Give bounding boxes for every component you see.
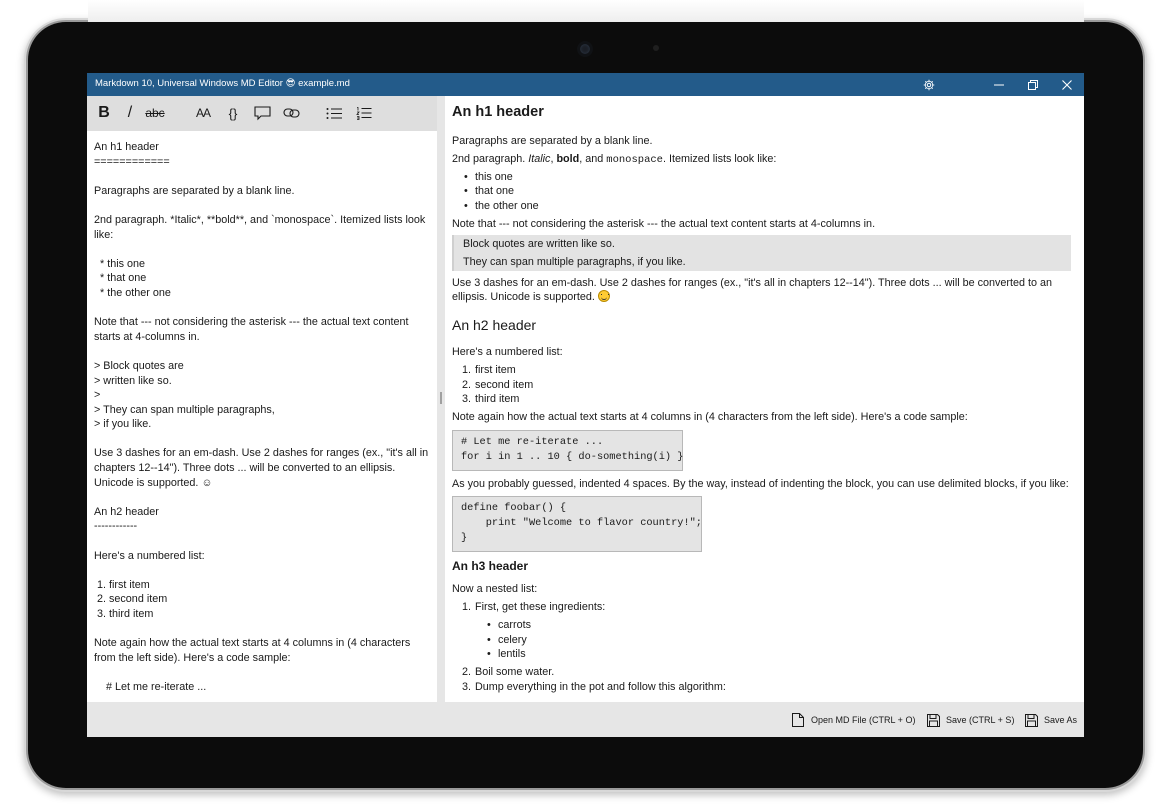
- preview-h3: An h3 header: [452, 559, 529, 573]
- list-item: the other one: [464, 199, 539, 214]
- preview-guessed: As you probably guessed, indented 4 spac…: [452, 478, 1069, 490]
- preview-h1: An h1 header: [452, 104, 544, 120]
- window-title: Markdown 10, Universal Windows MD Editor…: [95, 78, 350, 89]
- list-item: 3. Dump everything in the pot and follow …: [462, 680, 726, 695]
- command-bar: Open MD File (CTRL + O) Save (CTRL + S): [87, 702, 1084, 737]
- close-icon: [1062, 79, 1072, 90]
- preview-note-1: Note that --- not considering the asteri…: [452, 218, 876, 230]
- sub-list-item: lentils: [487, 647, 525, 662]
- p2-and: , and: [579, 153, 607, 165]
- bulleted-list-button[interactable]: [324, 103, 344, 123]
- link-icon: [282, 108, 300, 118]
- list-number: 2.: [462, 379, 472, 391]
- block-quote: Block quotes are written like so. They c…: [452, 235, 1071, 271]
- open-file-label: Open MD File (CTRL + O): [811, 715, 916, 725]
- list-item: 1. First, get these ingredients:: [462, 600, 606, 615]
- code-button[interactable]: {}: [223, 103, 243, 123]
- code-block-1: # Let me re-iterate ... for i in 1 .. 10…: [452, 430, 683, 471]
- list-text: Dump everything in the pot and follow th…: [475, 681, 726, 693]
- p2-italic: Italic: [528, 153, 551, 165]
- comment-icon: [253, 105, 271, 120]
- open-file-button[interactable]: Open MD File (CTRL + O): [790, 713, 915, 727]
- save-label: Save (CTRL + S): [946, 715, 1015, 725]
- pane-splitter[interactable]: [437, 96, 445, 702]
- sub-list-item: celery: [487, 633, 527, 648]
- list-item: 3. third item: [462, 392, 520, 407]
- restore-icon: [1028, 79, 1038, 90]
- nested-intro: Now a nested list:: [452, 583, 538, 595]
- p2-bold: bold: [556, 153, 580, 165]
- settings-button[interactable]: [912, 73, 946, 96]
- comment-button[interactable]: [252, 103, 272, 123]
- p2-end: . Itemized lists look like:: [662, 153, 777, 165]
- light-sensor: [653, 45, 659, 51]
- list-text: first item: [475, 364, 516, 376]
- list-item: 2. Boil some water.: [462, 665, 555, 680]
- camera-lens: [577, 41, 593, 57]
- bulleted-list-icon: [326, 107, 342, 119]
- list-item: 2. second item: [462, 378, 534, 393]
- preview-dashes-line-1: Use 3 dashes for an em-dash. Use 2 dashe…: [452, 277, 1053, 289]
- minimize-icon: [994, 84, 1004, 85]
- dashes-text: ellipsis. Unicode is supported.: [452, 291, 595, 303]
- quote-line: They can span multiple paragraphs, if yo…: [463, 256, 686, 268]
- app-window: Markdown 10, Universal Windows MD Editor…: [87, 73, 1084, 737]
- preview-pane: An h1 header Paragraphs are separated by…: [445, 96, 1084, 702]
- list-number: 1.: [462, 601, 472, 613]
- minimize-button[interactable]: [982, 73, 1016, 96]
- p2-text: 2nd paragraph.: [452, 153, 529, 165]
- markdown-editor[interactable]: An h1 header ============ Paragraphs are…: [94, 140, 429, 696]
- preview-paragraph-1: Paragraphs are separated by a blank line…: [452, 135, 653, 147]
- save-as-icon: [1023, 713, 1039, 727]
- list-text: Boil some water.: [475, 666, 555, 678]
- list-number: 1.: [462, 364, 472, 376]
- numbered-list-icon: [356, 107, 372, 120]
- editor-pane: B / abc AA {} An h1 header ============ …: [87, 96, 437, 702]
- bold-button[interactable]: B: [94, 103, 114, 123]
- quote-line: Block quotes are written like so.: [463, 238, 615, 250]
- font-size-button[interactable]: AA: [193, 103, 213, 123]
- preview-h2: An h2 header: [452, 317, 537, 333]
- gear-icon: [923, 79, 935, 90]
- list-text: second item: [475, 379, 534, 391]
- save-as-button[interactable]: Save As: [1023, 713, 1077, 727]
- link-button[interactable]: [281, 103, 301, 123]
- background-strip: [88, 0, 1084, 22]
- save-icon: [925, 713, 941, 727]
- restore-button[interactable]: [1016, 73, 1050, 96]
- save-as-label: Save As: [1044, 715, 1078, 725]
- close-button[interactable]: [1050, 73, 1084, 96]
- document-icon: [790, 713, 806, 727]
- list-item: that one: [464, 184, 514, 199]
- strikethrough-button[interactable]: abc: [145, 103, 165, 123]
- italic-button[interactable]: /: [120, 103, 140, 123]
- formatting-toolbar: B / abc AA {}: [87, 96, 437, 131]
- preview-dashes-line-2: ellipsis. Unicode is supported.: [452, 290, 610, 305]
- code-block-2: define foobar() { print "Welcome to flav…: [452, 496, 702, 552]
- list-number: 3.: [462, 681, 472, 693]
- p2-monospace: monospace: [606, 154, 663, 166]
- splitter-grip-icon: [440, 392, 442, 404]
- sub-list-item: carrots: [487, 618, 531, 633]
- smiley-emoji-icon: [597, 290, 610, 302]
- numbered-list-button[interactable]: [354, 103, 374, 123]
- numbered-intro: Here's a numbered list:: [452, 346, 563, 358]
- list-text: First, get these ingredients:: [475, 601, 606, 613]
- preview-note-2: Note again how the actual text starts at…: [452, 411, 968, 423]
- save-button[interactable]: Save (CTRL + S): [925, 713, 1014, 727]
- list-item: 1. first item: [462, 363, 516, 378]
- list-item: this one: [464, 170, 513, 185]
- list-number: 2.: [462, 666, 472, 678]
- title-bar: Markdown 10, Universal Windows MD Editor…: [87, 73, 1084, 96]
- preview-paragraph-2: 2nd paragraph. Italic, bold, and monospa…: [452, 152, 776, 168]
- list-number: 3.: [462, 393, 472, 405]
- list-text: third item: [475, 393, 520, 405]
